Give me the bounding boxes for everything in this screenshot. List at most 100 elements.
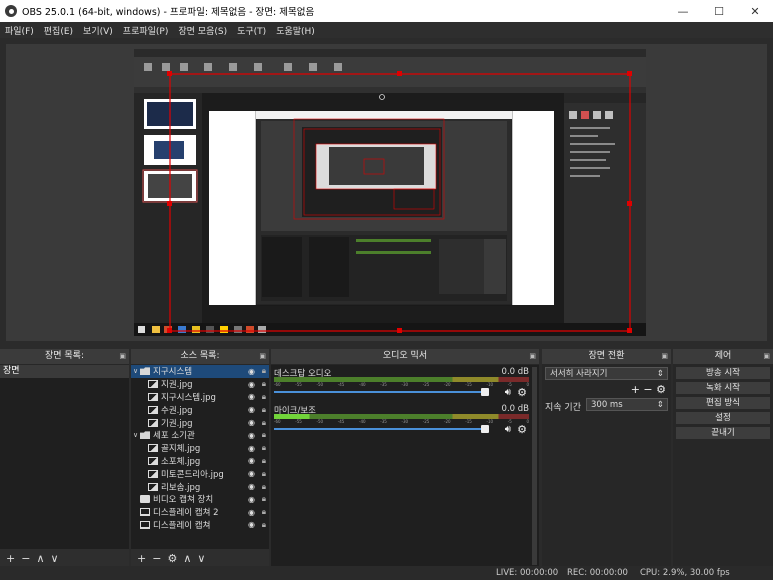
volume-slider[interactable]: [274, 391, 489, 393]
duration-spinbox[interactable]: 300 ms ⇕: [586, 398, 668, 411]
visibility-eye-icon[interactable]: ◉: [248, 380, 255, 389]
speaker-icon[interactable]: 🔊︎: [505, 424, 511, 435]
source-item[interactable]: ∨ 지구시스템 ◉ 🔒︎: [131, 365, 269, 378]
studio-mode-button[interactable]: 편집 방식: [676, 397, 770, 409]
volume-slider[interactable]: [274, 428, 489, 430]
chevron-down-icon[interactable]: ∨: [131, 431, 140, 439]
dock-float-icon[interactable]: ▣: [119, 349, 126, 364]
speaker-icon[interactable]: 🔊︎: [505, 387, 511, 398]
visibility-eye-icon[interactable]: ◉: [248, 469, 255, 478]
meter-tick-label: -50: [316, 382, 324, 387]
lock-icon[interactable]: 🔒︎: [262, 379, 266, 389]
lock-icon[interactable]: 🔒︎: [262, 366, 266, 376]
spin-arrows-icon[interactable]: ⇕: [657, 399, 664, 412]
visibility-eye-icon[interactable]: ◉: [248, 482, 255, 491]
lock-icon[interactable]: 🔒︎: [262, 405, 266, 415]
visibility-eye-icon[interactable]: ◉: [248, 392, 255, 401]
source-item[interactable]: 지권.jpg ◉ 🔒︎: [131, 378, 269, 391]
start-recording-button[interactable]: 녹화 시작: [676, 382, 770, 394]
start-streaming-button[interactable]: 방송 시작: [676, 367, 770, 379]
settings-button[interactable]: 설정: [676, 412, 770, 424]
source-item[interactable]: 디스플레이 캡쳐 ◉ 🔒︎: [131, 519, 269, 532]
lock-icon[interactable]: 🔒︎: [262, 430, 266, 440]
lock-icon[interactable]: 🔒︎: [262, 443, 266, 453]
volume-slider-handle[interactable]: [481, 388, 489, 396]
move-scene-up-button[interactable]: ∧: [36, 552, 44, 565]
dock-float-icon[interactable]: ▣: [529, 349, 536, 364]
move-scene-down-button[interactable]: ∨: [51, 552, 59, 565]
meter-tick-label: -35: [380, 382, 387, 387]
visibility-eye-icon[interactable]: ◉: [248, 508, 255, 517]
mixer-body: 데스크탑 오디오 0.0 dB -60 -55 -50 -45 -40 -35 -30 -25…: [271, 365, 539, 567]
source-properties-gear-icon[interactable]: ⚙: [167, 552, 177, 565]
source-item[interactable]: 소포체.jpg ◉ 🔒︎: [131, 455, 269, 468]
source-item[interactable]: 리보솜.jpg ◉ 🔒︎: [131, 480, 269, 493]
source-item[interactable]: 수권.jpg ◉ 🔒︎: [131, 403, 269, 416]
menu-view[interactable]: 보기(V): [78, 24, 118, 37]
source-item[interactable]: 디스플레이 캡쳐 2 ◉ 🔒︎: [131, 506, 269, 519]
menu-edit[interactable]: 편집(E): [39, 24, 78, 37]
menu-file[interactable]: 파일(F): [0, 24, 39, 37]
remove-transition-button[interactable]: −: [643, 383, 652, 396]
preview-canvas[interactable]: [134, 49, 646, 336]
transition-gear-icon[interactable]: ⚙: [656, 383, 666, 396]
preview-area[interactable]: [6, 44, 767, 341]
live-timer: LIVE: 00:00:00: [496, 568, 559, 578]
source-item[interactable]: 기권.jpg ◉ 🔒︎: [131, 416, 269, 429]
add-source-button[interactable]: +: [137, 552, 146, 565]
remove-source-button[interactable]: −: [152, 552, 161, 565]
lock-icon[interactable]: 🔒︎: [262, 392, 266, 402]
scenes-list[interactable]: 장면: [0, 365, 129, 549]
maximize-button[interactable]: ☐: [701, 0, 737, 22]
lock-icon[interactable]: 🔒︎: [262, 507, 266, 517]
visibility-eye-icon[interactable]: ◉: [248, 418, 255, 427]
image-icon: [148, 405, 158, 414]
dock-float-icon[interactable]: ▣: [661, 349, 668, 364]
source-item[interactable]: 지구시스템.jpg ◉ 🔒︎: [131, 391, 269, 404]
sources-list[interactable]: ∨ 지구시스템 ◉ 🔒︎ 지권.jpg ◉ 🔒︎ 지구시스템.jpg ◉ 🔒︎ 수권.jpg ◉ 🔒︎ 기…: [131, 365, 269, 549]
lock-icon[interactable]: 🔒︎: [262, 418, 266, 428]
add-scene-button[interactable]: +: [6, 552, 15, 565]
lock-icon[interactable]: 🔒︎: [262, 482, 266, 492]
visibility-eye-icon[interactable]: ◉: [248, 431, 255, 440]
source-label: 지구시스템.jpg: [161, 392, 216, 403]
lock-icon[interactable]: 🔒︎: [262, 469, 266, 479]
lock-icon[interactable]: 🔒︎: [262, 494, 266, 504]
transition-select[interactable]: 서서히 사라지기 ⇕: [545, 367, 668, 380]
source-item[interactable]: 미토콘드리아.jpg ◉ 🔒︎: [131, 467, 269, 480]
sources-toolbar: + − ⚙ ∧ ∨: [131, 549, 269, 567]
close-button[interactable]: ✕: [737, 0, 773, 22]
remove-scene-button[interactable]: −: [21, 552, 30, 565]
visibility-eye-icon[interactable]: ◉: [248, 367, 255, 376]
menu-profile[interactable]: 프로파일(P): [118, 24, 174, 37]
gear-icon[interactable]: ⚙: [517, 386, 527, 399]
menu-help[interactable]: 도움말(H): [271, 24, 320, 37]
lock-icon[interactable]: 🔒︎: [262, 520, 266, 530]
move-source-down-button[interactable]: ∨: [197, 552, 205, 565]
exit-button[interactable]: 끝내기: [676, 427, 770, 439]
gear-icon[interactable]: ⚙: [517, 423, 527, 436]
add-transition-button[interactable]: +: [631, 383, 640, 396]
visibility-eye-icon[interactable]: ◉: [248, 495, 255, 504]
meter-tick-label: -50: [316, 419, 324, 424]
source-item[interactable]: ∨ 세포 소기관 ◉ 🔒︎: [131, 429, 269, 442]
minimize-button[interactable]: —: [665, 0, 701, 22]
source-item[interactable]: 골지체.jpg ◉ 🔒︎: [131, 442, 269, 455]
chevron-down-icon[interactable]: ∨: [131, 367, 140, 375]
source-item[interactable]: 비디오 캡쳐 장치 ◉ 🔒︎: [131, 493, 269, 506]
visibility-eye-icon[interactable]: ◉: [248, 405, 255, 414]
scene-item[interactable]: 장면: [0, 365, 129, 378]
audio-mixer-header: 오디오 믹서 ▣: [271, 349, 539, 364]
dock-float-icon[interactable]: ▣: [763, 349, 770, 364]
visibility-eye-icon[interactable]: ◉: [248, 520, 255, 529]
mixer-scrollbar[interactable]: [532, 367, 537, 565]
menu-tools[interactable]: 도구(T): [232, 24, 271, 37]
visibility-eye-icon[interactable]: ◉: [248, 444, 255, 453]
visibility-eye-icon[interactable]: ◉: [248, 456, 255, 465]
volume-slider-handle[interactable]: [481, 425, 489, 433]
move-source-up-button[interactable]: ∧: [183, 552, 191, 565]
dock-float-icon[interactable]: ▣: [259, 349, 266, 364]
menu-scene-collection[interactable]: 장면 모음(S): [173, 24, 232, 37]
source-label: 리보솜.jpg: [161, 482, 201, 493]
lock-icon[interactable]: 🔒︎: [262, 456, 266, 466]
